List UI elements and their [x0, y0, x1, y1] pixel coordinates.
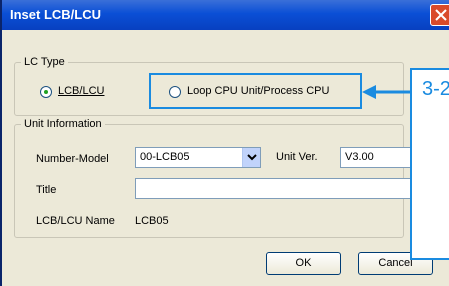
- annotation-callout-text: 3-2: [422, 78, 449, 100]
- number-model-label: Number-Model: [36, 153, 109, 165]
- unit-ver-value: V3.00: [345, 151, 374, 163]
- lc-type-legend: LC Type: [24, 56, 65, 68]
- radio-selected-dot: [44, 90, 48, 94]
- annotation-callout-box: 3-2: [410, 68, 449, 260]
- dialog-window: Inset LCB/LCU LC Type LCB/LCU Loop CPU U…: [0, 0, 449, 286]
- radio-lcb-lcu[interactable]: [40, 86, 52, 98]
- number-model-select[interactable]: 00-LCB05: [135, 147, 261, 168]
- unit-ver-label: Unit Ver.: [276, 151, 318, 163]
- unit-information-legend: Unit Information: [24, 118, 102, 130]
- arrow-left-icon: [362, 84, 412, 103]
- number-model-value: 00-LCB05: [140, 151, 190, 163]
- title-bar[interactable]: Inset LCB/LCU: [2, 0, 449, 30]
- ok-button[interactable]: OK: [266, 252, 341, 275]
- lcb-lcu-name-value: LCB05: [135, 215, 169, 227]
- radio-lcb-lcu-label[interactable]: LCB/LCU: [58, 85, 104, 97]
- title-input[interactable]: [135, 178, 413, 199]
- number-model-dropdown-button[interactable]: [242, 148, 260, 167]
- unit-ver-field[interactable]: V3.00: [340, 147, 412, 168]
- title-label: Title: [36, 184, 57, 196]
- window-title: Inset LCB/LCU: [10, 7, 101, 22]
- close-button[interactable]: [430, 4, 449, 26]
- annotation-highlight-box: [149, 73, 362, 109]
- lcb-lcu-name-label: LCB/LCU Name: [36, 215, 115, 227]
